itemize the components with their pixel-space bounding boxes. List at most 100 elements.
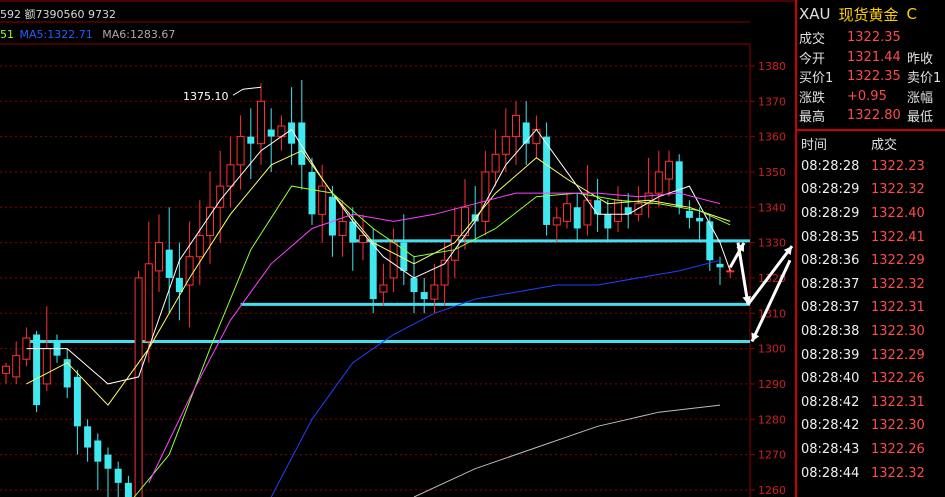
tick-time: 08:28:38	[801, 323, 860, 339]
candle-body	[155, 242, 163, 272]
ma-legend-prefix: 51	[0, 28, 14, 41]
tick-price: 1322.23	[871, 158, 925, 174]
candle-body	[84, 426, 92, 448]
panel-divider	[797, 128, 945, 131]
quote-label2: 卖价1	[907, 71, 942, 87]
candle-body	[543, 136, 551, 225]
tick-row: 08:28:43 1322.26	[797, 438, 945, 462]
candle-body	[389, 242, 398, 279]
candle-body	[124, 482, 132, 497]
quote-label: 最高	[799, 110, 826, 126]
candle-body	[195, 235, 204, 258]
candle-body	[379, 284, 388, 293]
tick-time: 08:28:35	[801, 229, 860, 245]
tick-row: 08:28:40 1322.26	[797, 367, 945, 391]
quote-label: 涨跌	[799, 90, 826, 106]
tick-time: 08:28:39	[801, 347, 860, 363]
candle-body	[604, 214, 612, 229]
arrow-shaft	[736, 242, 750, 305]
quote-row: 涨跌 +0.95 涨幅	[797, 87, 945, 107]
ma-line	[26, 128, 731, 385]
candle-body	[318, 185, 327, 215]
volume-amount-line: 592 额7390560 9732	[0, 8, 116, 21]
candle-body	[634, 203, 643, 215]
candle-body	[114, 468, 122, 483]
symbol-header: XAU 现货黄金 C	[797, 0, 945, 28]
tick-price: 1322.40	[871, 205, 925, 221]
tick-price: 1322.30	[871, 418, 925, 434]
candle-body	[12, 355, 21, 378]
candle-body	[338, 220, 347, 237]
tick-time-header: 时间	[801, 138, 828, 153]
candle-body	[716, 263, 724, 268]
quote-row: 最高 1322.80 最低	[797, 106, 945, 126]
tick-price: 1322.29	[871, 347, 925, 363]
quote-row: 今开 1321.44 昨收	[797, 48, 945, 68]
tick-list[interactable]: 08:28:28 1322.23 08:28:29 1322.32 08:28:29 13…	[797, 155, 945, 485]
candle-body	[522, 122, 530, 144]
candle-body	[654, 171, 663, 194]
candle-body	[481, 171, 490, 222]
candle-body	[491, 153, 500, 173]
symbol-code: XAU	[799, 5, 831, 23]
candle-body	[328, 196, 336, 236]
tick-row: 08:28:37 1322.32	[797, 272, 945, 296]
candle-body	[144, 263, 153, 343]
candle-body	[665, 160, 673, 180]
ma-line	[148, 192, 721, 484]
kline-chart[interactable]: 1380 1370 1360 1350 1340 1330 1320 1310 1300 1290…	[0, 0, 795, 497]
quote-value: 1322.80	[847, 108, 901, 124]
quote-row: 买价1 1322.35 卖价1	[797, 67, 945, 87]
candle-body	[257, 100, 265, 145]
tick-row: 08:28:35 1322.41	[797, 225, 945, 249]
quote-label: 成交	[799, 32, 826, 48]
quote-value: 1321.44	[847, 49, 901, 65]
y-tick-label: 1300	[758, 343, 786, 356]
tick-time: 08:28:44	[801, 465, 860, 481]
candle-body	[420, 292, 428, 300]
symbol-suffix: C	[906, 5, 918, 23]
candle-body	[512, 114, 520, 138]
tick-price: 1322.31	[871, 394, 925, 410]
tick-price: 1322.32	[871, 182, 925, 198]
tick-time: 08:28:29	[801, 182, 860, 198]
candle-body	[165, 249, 173, 278]
y-tick-label: 1360	[758, 131, 786, 144]
y-tick-label: 1260	[758, 484, 786, 497]
quote-label2: 最低	[907, 110, 934, 126]
tick-time: 08:28:43	[801, 441, 860, 457]
tick-row: 08:28:28 1322.23	[797, 155, 945, 179]
high-pointer	[232, 86, 262, 96]
tick-row: 08:28:37 1322.31	[797, 296, 945, 320]
tick-time: 08:28:36	[801, 253, 860, 269]
quote-label: 今开	[799, 51, 826, 67]
quote-value: 1322.35	[847, 30, 901, 46]
candle-body	[696, 217, 704, 222]
tick-time: 08:28:42	[801, 418, 860, 434]
ma5-label: MA5:1322.71	[19, 28, 93, 41]
candle-body	[2, 365, 10, 374]
candle-body	[685, 210, 693, 218]
ma6-label: MA6:1283.67	[102, 28, 176, 41]
tick-price: 1322.32	[871, 276, 925, 292]
tick-row: 08:28:44 1322.32	[797, 461, 945, 485]
y-tick-label: 1350	[758, 166, 786, 179]
tick-row: 08:28:29 1322.32	[797, 178, 945, 202]
candle-body	[247, 136, 255, 144]
tick-row: 08:28:29 1322.40	[797, 202, 945, 226]
y-tick-label: 1380	[758, 60, 786, 73]
tick-price: 1322.29	[871, 253, 925, 269]
quote-label2: 涨幅	[907, 90, 934, 106]
candle-body	[298, 122, 306, 165]
candle-body	[726, 270, 735, 273]
tick-price: 1322.31	[871, 300, 925, 316]
tick-price: 1322.41	[871, 229, 925, 245]
tick-time: 08:28:40	[801, 371, 860, 387]
candle-body	[675, 161, 683, 208]
tick-row: 08:28:38 1322.30	[797, 320, 945, 344]
candle-body	[175, 277, 183, 293]
candle-body	[552, 217, 561, 226]
tick-table-header: 时间 成交	[797, 133, 945, 155]
candle-body	[501, 136, 510, 155]
high-label: 1375.10	[183, 90, 229, 103]
